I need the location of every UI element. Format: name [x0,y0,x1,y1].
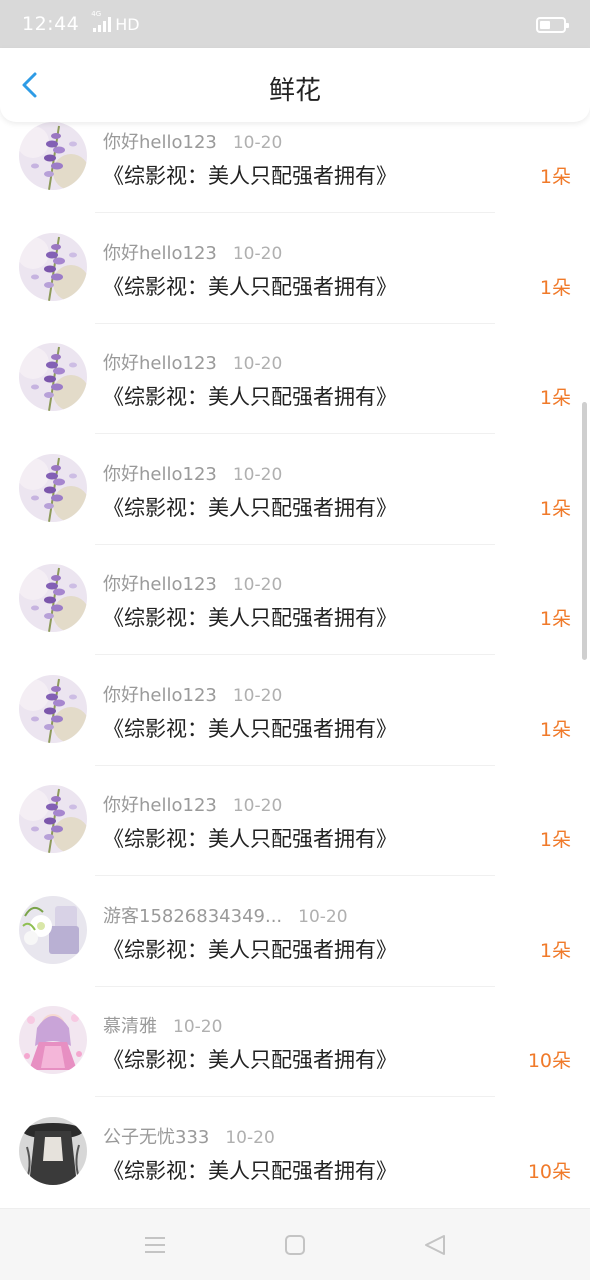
item-meta: 游客15826834349... 10-20 [103,902,348,928]
book-title: 《综影视：美人只配强者拥有》 [103,716,397,741]
book-title: 《综影视：美人只配强者拥有》 [103,274,397,299]
header: 鲜花 [0,48,590,122]
lavender-flower-avatar[interactable] [19,453,87,522]
divider [95,1096,495,1097]
book-title: 《综影视：美人只配强者拥有》 [103,827,397,851]
item-date: 10-20 [225,1127,275,1148]
back-triangle-icon [425,1235,445,1255]
home-square-icon [285,1235,305,1255]
item-date: 10-20 [298,906,348,927]
list-item[interactable]: 游客15826834349... 10-20 《综影视：美人只配强者拥有》 1朵 [0,895,590,1007]
user-name: 慕清雅 [103,1016,157,1037]
item-meta: 你好hello123 10-20 [103,349,282,375]
user-name: 游客15826834349... [103,905,283,927]
divider [95,764,495,766]
item-meta: 你好hello123 10-20 [103,460,282,486]
flower-count: 1朵 [539,608,571,630]
user-name: 你好hello123 [103,684,217,706]
home-button[interactable] [282,1233,308,1257]
item-date: 10-20 [232,243,283,264]
divider [95,212,495,213]
flower-count: 1朵 [539,829,571,851]
book-title: 《综影视：美人只配强者拥有》 [103,164,397,188]
list-item[interactable]: 你好hello123 10-20 《综影视：美人只配强者拥有》 1朵 [0,122,590,233]
battery-icon [536,17,569,33]
book-title: 《综影视：美人只配强者拥有》 [103,1048,397,1072]
user-name: 你好hello123 [103,242,217,264]
signal-icon: 4G [91,10,112,32]
flower-count: 10朵 [527,1160,571,1183]
flower-count: 1朵 [539,276,571,299]
lavender-flower-avatar[interactable] [19,122,87,190]
flower-list: 你好hello123 10-20 《综影视：美人只配强者拥有》 1朵 你好hel… [0,122,590,1208]
item-date: 10-20 [232,796,283,816]
book-title: 《综影视：美人只配强者拥有》 [103,1158,397,1183]
screen: 12:44 4G HD 鲜花 你好hello123 10-20 《综影视：美人只… [0,0,590,1280]
list-item[interactable]: 你好hello123 10-20 《综影视：美人只配强者拥有》 1朵 [0,453,590,565]
user-name: 公子无忧333 [103,1126,210,1148]
flower-count: 1朵 [539,939,571,962]
user-name: 你好hello123 [103,795,217,816]
list-item[interactable]: 你好hello123 10-20 《综影视：美人只配强者拥有》 1朵 [0,674,590,786]
scrollbar[interactable] [582,402,587,660]
item-date: 10-20 [232,354,283,374]
white-flower-avatar[interactable] [19,895,87,964]
book-title: 《综影视：美人只配强者拥有》 [103,385,397,409]
menu-button[interactable] [142,1233,168,1257]
item-meta: 公子无忧333 10-20 [103,1123,275,1149]
system-back-button[interactable] [422,1233,448,1257]
flower-count: 10朵 [527,1050,571,1072]
divider [95,654,495,655]
status-time: 12:44 [22,13,80,35]
lavender-flower-avatar[interactable] [19,564,87,632]
user-name: 你好hello123 [103,353,217,374]
divider [95,433,495,434]
item-meta: 你好hello123 10-20 [103,239,282,265]
divider [95,985,495,987]
divider [95,875,495,876]
book-title: 《综影视：美人只配强者拥有》 [103,937,397,962]
list-item[interactable]: 慕清雅 10-20 《综影视：美人只配强者拥有》 10朵 [0,1006,590,1117]
page-title: 鲜花 [268,76,321,106]
anime-girl-avatar[interactable] [19,1006,87,1074]
list-item[interactable]: 你好hello123 10-20 《综影视：美人只配强者拥有》 1朵 [0,343,590,454]
item-meta: 你好hello123 10-20 [103,791,282,817]
system-navbar [0,1208,590,1280]
item-meta: 你好hello123 10-20 [103,570,282,596]
flower-count: 1朵 [539,166,571,188]
item-date: 10-20 [232,464,283,485]
item-meta: 慕清雅 10-20 [103,1012,222,1038]
network-type: 4G [91,10,102,18]
book-title: 《综影视：美人只配强者拥有》 [103,495,397,520]
flower-count: 1朵 [539,497,571,520]
user-name: 你好hello123 [103,132,217,153]
status-bar: 12:44 4G HD [0,0,590,48]
dark-figure-avatar[interactable] [19,1116,87,1185]
item-meta: 你好hello123 10-20 [103,128,282,154]
book-title: 《综影视：美人只配强者拥有》 [103,606,397,630]
list-item[interactable]: 你好hello123 10-20 《综影视：美人只配强者拥有》 1朵 [0,564,590,675]
divider [95,543,495,545]
divider [95,322,495,324]
item-date: 10-20 [232,575,283,595]
hd-indicator: HD [115,14,140,34]
flower-count: 1朵 [539,718,571,741]
lavender-flower-avatar[interactable] [19,232,87,301]
lavender-flower-avatar[interactable] [19,785,87,853]
list-item[interactable]: 你好hello123 10-20 《综影视：美人只配强者拥有》 1朵 [0,232,590,344]
user-name: 你好hello123 [103,463,217,485]
item-date: 10-20 [173,1017,223,1037]
menu-icon [145,1237,165,1253]
list-item[interactable]: 公子无忧333 10-20 《综影视：美人只配强者拥有》 10朵 [0,1116,590,1209]
user-name: 你好hello123 [103,574,217,595]
lavender-flower-avatar[interactable] [19,674,87,743]
item-date: 10-20 [232,133,283,153]
list-item[interactable]: 你好hello123 10-20 《综影视：美人只配强者拥有》 1朵 [0,785,590,896]
item-date: 10-20 [232,685,283,706]
item-meta: 你好hello123 10-20 [103,681,282,707]
flower-count: 1朵 [539,387,571,409]
lavender-flower-avatar[interactable] [19,343,87,411]
